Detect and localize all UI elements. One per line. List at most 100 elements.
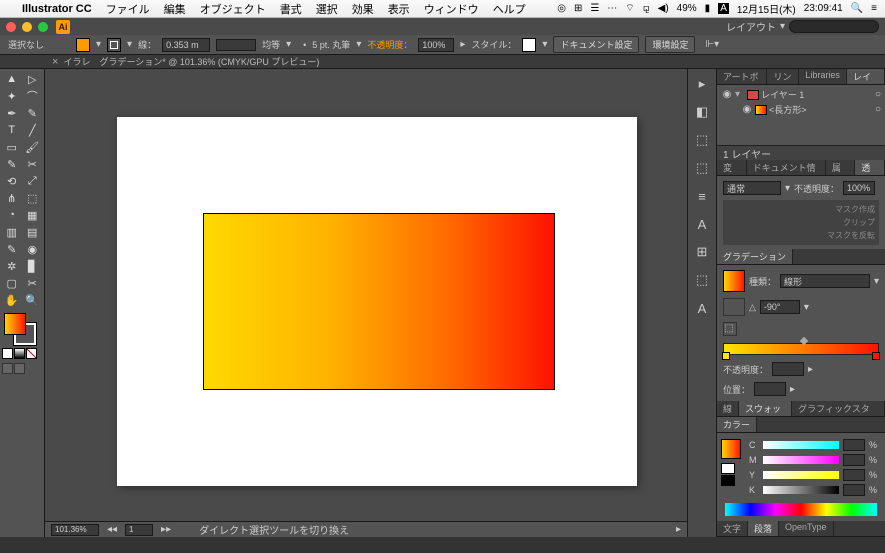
- aspect-icon[interactable]: ⬚: [723, 322, 737, 336]
- minimize-window[interactable]: [22, 22, 32, 32]
- tab-gradient[interactable]: グラデーション: [717, 249, 793, 264]
- nav-arrow-icon[interactable]: ▸: [676, 524, 681, 535]
- perspective-tool[interactable]: ▦: [23, 207, 43, 223]
- menu-object[interactable]: オブジェクト: [200, 1, 266, 17]
- clip-checkbox[interactable]: クリップ: [843, 217, 875, 228]
- make-mask-button[interactable]: マスク作成: [835, 204, 875, 215]
- chevron-down-icon[interactable]: ▾: [785, 183, 790, 194]
- lasso-tool[interactable]: ⌒: [23, 88, 43, 104]
- layer-row[interactable]: ◉ <長方形> ○: [721, 102, 881, 117]
- close-window[interactable]: [6, 22, 16, 32]
- color-mode-solid[interactable]: [2, 348, 13, 359]
- free-transform-tool[interactable]: ⬚: [23, 190, 43, 206]
- document-tab[interactable]: イラレ グラデーション* @ 101.36% (CMYK/GPU プレビュー): [63, 55, 319, 68]
- tab-opentype[interactable]: OpenType: [779, 521, 834, 536]
- tab-layers[interactable]: レイヤー: [847, 69, 885, 84]
- canvas-area[interactable]: ◂◂ ▸▸ ダイレクト選択ツールを切り換え ▸: [45, 69, 687, 537]
- color-mode-none[interactable]: [26, 348, 37, 359]
- dock-color-icon[interactable]: ◧: [693, 103, 711, 121]
- visibility-icon[interactable]: ◉: [741, 104, 753, 116]
- gradient-slider[interactable]: [723, 343, 879, 355]
- align-icon[interactable]: ⊩▾: [705, 39, 719, 50]
- layer-name[interactable]: レイヤー 1: [761, 88, 804, 101]
- fill-swatch[interactable]: [76, 38, 90, 52]
- stroke-gradient-icon[interactable]: [723, 298, 745, 316]
- chevron-down-icon[interactable]: ▾: [780, 21, 785, 32]
- document-setup-button[interactable]: ドキュメント設定: [553, 36, 639, 53]
- slice-tool[interactable]: ✂: [23, 275, 43, 291]
- tab-transparency[interactable]: 透明: [855, 160, 885, 175]
- close-tab-icon[interactable]: ×: [52, 56, 58, 68]
- direct-selection-tool[interactable]: ▷: [23, 71, 43, 87]
- artboard[interactable]: [117, 117, 637, 486]
- line-tool[interactable]: ╱: [23, 122, 43, 138]
- gradient-swatch[interactable]: [723, 270, 745, 292]
- tab-paragraph[interactable]: 段落: [748, 521, 779, 536]
- eyedropper-tool[interactable]: ✎: [2, 241, 22, 257]
- stop-position-input[interactable]: [754, 382, 786, 396]
- nav-next-icon[interactable]: ▸▸: [161, 524, 171, 535]
- chevron-right-icon[interactable]: ▸: [460, 39, 465, 50]
- rotate-tool[interactable]: ⟲: [2, 173, 22, 189]
- target-icon[interactable]: ○: [875, 104, 881, 115]
- layer-row[interactable]: ◉ ▾ レイヤー 1 ○: [721, 87, 881, 102]
- eraser-tool[interactable]: ✂: [23, 156, 43, 172]
- hand-tool[interactable]: ✋: [2, 292, 22, 308]
- stop-opacity-input[interactable]: [772, 362, 804, 376]
- color-spectrum[interactable]: [725, 503, 877, 516]
- nav-prev-icon[interactable]: ◂◂: [107, 524, 117, 535]
- chevron-right-icon[interactable]: ▸: [790, 384, 795, 395]
- dock-pathfinder-icon[interactable]: ⬚: [693, 271, 711, 289]
- paintbrush-tool[interactable]: 🖌: [23, 139, 43, 155]
- menu-edit[interactable]: 編集: [164, 1, 186, 17]
- chevron-down-icon[interactable]: ▾: [96, 39, 101, 50]
- search-icon[interactable]: 🔍: [851, 3, 863, 14]
- stroke-swatch[interactable]: [107, 38, 121, 52]
- dock-brushes-icon[interactable]: ⬚: [693, 131, 711, 149]
- gradient-tool[interactable]: ▤: [23, 224, 43, 240]
- magenta-value[interactable]: [843, 454, 865, 466]
- chevron-down-icon[interactable]: ▾: [127, 39, 132, 50]
- stroke-weight-input[interactable]: [162, 38, 210, 52]
- tab-stroke[interactable]: 線: [717, 401, 739, 416]
- dock-stroke-icon[interactable]: ≡: [693, 187, 711, 205]
- color-fill-swatch[interactable]: [721, 439, 741, 459]
- tab-graphic-styles[interactable]: グラフィックスタイル: [792, 401, 885, 416]
- gradient-stop-left[interactable]: [722, 352, 730, 360]
- pen-tool[interactable]: ✒: [2, 105, 22, 121]
- chevron-down-icon[interactable]: ▾: [356, 39, 361, 50]
- tab-color[interactable]: カラー: [717, 417, 757, 432]
- yellow-value[interactable]: [843, 469, 865, 481]
- object-name[interactable]: <長方形>: [769, 103, 807, 116]
- black-value[interactable]: [843, 484, 865, 496]
- dock-align-icon[interactable]: ⊞: [693, 243, 711, 261]
- menu-effect[interactable]: 効果: [352, 1, 374, 17]
- gradient-stop-right[interactable]: [872, 352, 880, 360]
- yellow-slider[interactable]: [763, 471, 839, 479]
- zoom-tool[interactable]: 🔍: [23, 292, 43, 308]
- scale-tool[interactable]: ⤢: [23, 173, 43, 189]
- gradient-angle-input[interactable]: [760, 300, 800, 314]
- gradient-rectangle-shape[interactable]: [203, 213, 555, 390]
- screen-mode-normal[interactable]: [2, 363, 13, 374]
- tab-links[interactable]: リンク: [767, 69, 799, 84]
- rectangle-tool[interactable]: ▭: [2, 139, 22, 155]
- menu-help[interactable]: ヘルプ: [493, 1, 526, 17]
- search-input[interactable]: [789, 20, 879, 33]
- menu-window[interactable]: ウィンドウ: [424, 1, 479, 17]
- shape-builder-tool[interactable]: ◔: [2, 207, 22, 223]
- maximize-window[interactable]: [38, 22, 48, 32]
- magic-wand-tool[interactable]: ✦: [2, 88, 22, 104]
- chevron-down-icon[interactable]: ▾: [874, 276, 879, 287]
- tab-transform[interactable]: 変形: [717, 160, 747, 175]
- selection-tool[interactable]: ▲: [2, 71, 22, 87]
- blend-mode-select[interactable]: 通常: [723, 181, 781, 195]
- curvature-tool[interactable]: ✎: [23, 105, 43, 121]
- cyan-slider[interactable]: [763, 441, 839, 449]
- app-name[interactable]: Illustrator CC: [22, 3, 92, 15]
- target-icon[interactable]: ○: [875, 89, 881, 100]
- layout-label[interactable]: レイアウト: [726, 19, 776, 34]
- magenta-slider[interactable]: [763, 456, 839, 464]
- tab-attributes[interactable]: 属性: [826, 160, 856, 175]
- tab-libraries[interactable]: Libraries: [799, 69, 847, 84]
